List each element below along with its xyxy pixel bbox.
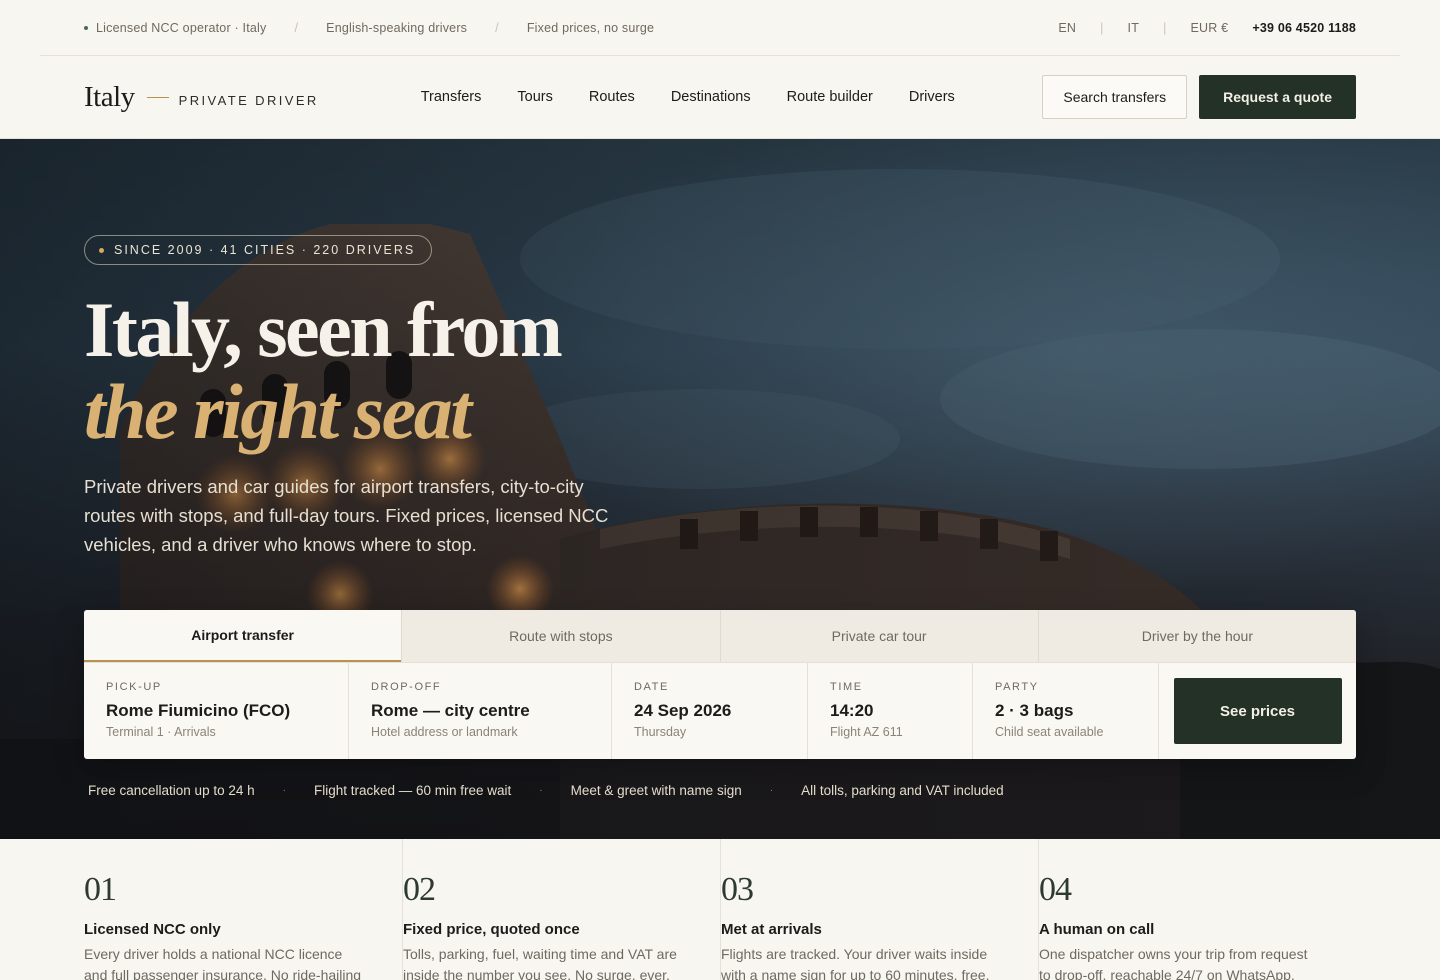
features-row: 01 Licensed NCC only Every driver holds … (84, 839, 1356, 980)
perks-strip: Free cancellation up to 24 h · Flight tr… (88, 783, 1004, 798)
feature-card: 02 Fixed price, quoted once Tolls, parki… (402, 839, 720, 980)
feature-title: A human on call (1039, 921, 1155, 938)
divider: · (539, 785, 543, 796)
date-field[interactable]: DATE 24 Sep 2026 Thursday (611, 663, 807, 759)
time-field[interactable]: TIME 14:20 Flight AZ 611 (807, 663, 972, 759)
party-field[interactable]: PARTY 2 · 3 bags Child seat available (972, 663, 1158, 759)
submit-cell: See prices (1158, 663, 1356, 759)
tab-airport-transfer[interactable]: Airport transfer (84, 610, 402, 662)
nav-menu: Transfers Tours Routes Destinations Rout… (421, 89, 991, 105)
feature-number: 04 (1039, 871, 1072, 908)
feature-title: Met at arrivals (721, 921, 822, 938)
see-prices-button[interactable]: See prices (1173, 678, 1342, 744)
tab-driver-by-hour[interactable]: Driver by the hour (1037, 610, 1356, 662)
divider: · (282, 785, 286, 796)
tab-private-car-tour[interactable]: Private car tour (719, 610, 1038, 662)
hero-badge: SINCE 2009 · 41 CITIES · 220 DRIVERS (84, 235, 433, 265)
nav-link-routes[interactable]: Routes (589, 89, 635, 105)
pickup-hint: Terminal 1 · Arrivals (106, 725, 216, 739)
pickup-label: PICK-UP (106, 681, 162, 693)
divider: | (1100, 20, 1104, 35)
dropoff-label: DROP-OFF (371, 681, 442, 693)
hero-lede: Private drivers and car guides for airpo… (84, 476, 609, 555)
pickup-value: Rome Fiumicino (FCO) (106, 701, 291, 720)
tab-route-with-stops[interactable]: Route with stops (401, 610, 720, 662)
logo-subtitle: PRIVATE DRIVER (178, 92, 319, 108)
badge-dot-icon (99, 247, 104, 253)
time-label: TIME (830, 681, 863, 693)
nav-link-destinations[interactable]: Destinations (671, 89, 751, 105)
headline-line-1: Italy, seen from (84, 286, 563, 373)
site-logo[interactable]: Italy PRIVATE DRIVER (84, 81, 319, 114)
pickup-field[interactable]: PICK-UP Rome Fiumicino (FCO) Terminal 1 … (84, 663, 348, 759)
feature-title: Licensed NCC only (84, 921, 221, 938)
feature-card: 01 Licensed NCC only Every driver holds … (84, 839, 402, 980)
time-hint: Flight AZ 611 (830, 725, 903, 739)
nav-link-transfers[interactable]: Transfers (421, 89, 482, 105)
feature-description: Flights are tracked. Your driver waits i… (721, 946, 990, 980)
date-hint: Thursday (634, 725, 687, 739)
dropoff-hint: Hotel address or landmark (371, 725, 518, 739)
perk-meet-greet: Meet & greet with name sign (570, 783, 742, 798)
logo-word: Italy (84, 80, 135, 113)
main-nav: Italy PRIVATE DRIVER Transfers Tours Rou… (0, 56, 1440, 139)
party-hint: Child seat available (995, 725, 1104, 739)
feature-description: Every driver holds a national NCC licenc… (84, 946, 362, 980)
language-it-link[interactable]: IT (1128, 21, 1140, 35)
nav-link-drivers[interactable]: Drivers (909, 89, 955, 105)
divider: / (294, 20, 299, 35)
utility-bar: Licensed NCC operator · Italy / English-… (40, 0, 1400, 56)
time-value: 14:20 (830, 701, 874, 720)
feature-number: 03 (721, 871, 754, 908)
feature-card: 03 Met at arrivals Flights are tracked. … (720, 839, 1038, 980)
perk-all-included: All tolls, parking and VAT included (801, 783, 1004, 798)
request-quote-button[interactable]: Request a quote (1199, 75, 1356, 119)
feature-number: 01 (84, 871, 117, 908)
currency-selector[interactable]: EUR € (1191, 21, 1229, 35)
booking-tabs: Airport transfer Route with stops Privat… (84, 610, 1356, 663)
booking-fields: PICK-UP Rome Fiumicino (FCO) Terminal 1 … (84, 663, 1356, 759)
party-value: 2 · 3 bags (995, 701, 1074, 720)
dropoff-value: Rome — city centre (371, 701, 530, 720)
date-value: 24 Sep 2026 (634, 701, 732, 720)
hero-headline: Italy, seen from the right seat (84, 286, 563, 455)
phone-link[interactable]: +39 06 4520 1188 (1252, 21, 1356, 35)
utility-item-drivers: English-speaking drivers (326, 20, 468, 35)
perk-cancellation: Free cancellation up to 24 h (88, 783, 255, 798)
feature-card: 04 A human on call One dispatcher owns y… (1038, 839, 1356, 980)
feature-number: 02 (403, 871, 436, 908)
feature-title: Fixed price, quoted once (403, 921, 580, 938)
perk-flight-tracked: Flight tracked — 60 min free wait (313, 783, 512, 798)
divider: · (769, 785, 774, 796)
feature-description: Tolls, parking, fuel, waiting time and V… (403, 946, 677, 980)
divider: | (1163, 20, 1167, 35)
date-label: DATE (634, 681, 669, 693)
divider: / (495, 20, 499, 35)
utility-item-licensed: Licensed NCC operator · Italy (96, 20, 267, 35)
badge-text: SINCE 2009 · 41 CITIES · 220 DRIVERS (114, 243, 416, 257)
language-en-link[interactable]: EN (1058, 21, 1076, 35)
dropoff-field[interactable]: DROP-OFF Rome — city centre Hotel addres… (348, 663, 611, 759)
booking-widget: Airport transfer Route with stops Privat… (84, 610, 1356, 759)
nav-link-route-builder[interactable]: Route builder (787, 89, 873, 105)
search-transfers-button[interactable]: Search transfers (1042, 75, 1188, 119)
feature-description: One dispatcher owns your trip from reque… (1039, 946, 1308, 980)
headline-line-2: the right seat (84, 368, 472, 455)
utility-item-prices: Fixed prices, no surge (526, 20, 655, 35)
status-dot-icon (84, 25, 88, 30)
party-label: PARTY (995, 681, 1039, 693)
hero-section: SINCE 2009 · 41 CITIES · 220 DRIVERS Ita… (0, 139, 1440, 839)
nav-link-tours[interactable]: Tours (517, 89, 552, 105)
logo-rule (146, 96, 169, 98)
